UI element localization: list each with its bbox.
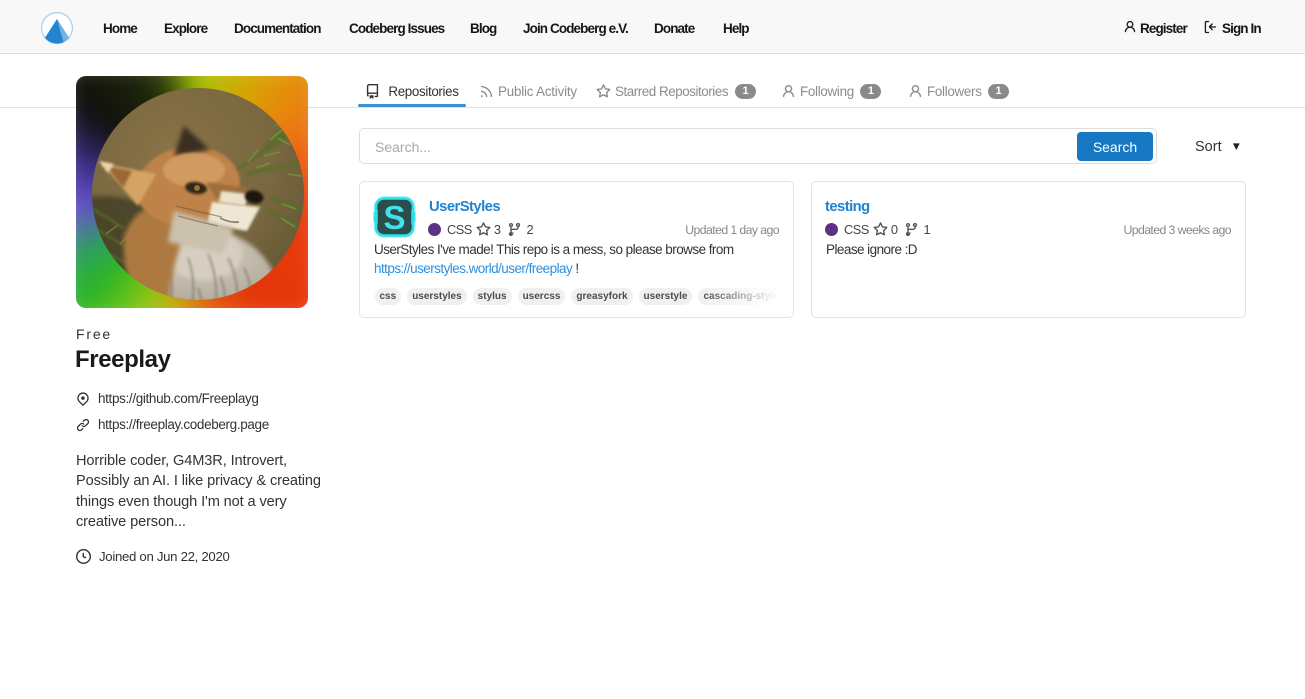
svg-text:S: S: [383, 199, 405, 236]
